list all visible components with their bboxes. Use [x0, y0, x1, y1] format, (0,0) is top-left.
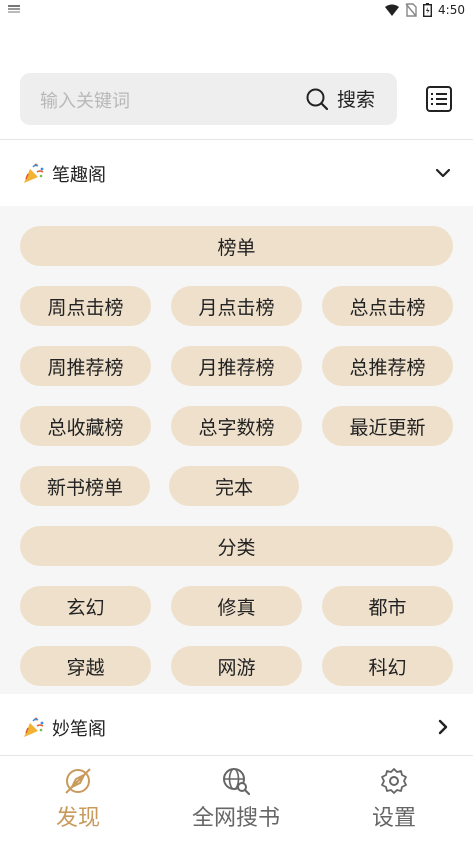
globe-search-icon	[223, 768, 251, 796]
search-input[interactable]: 输入关键词	[40, 87, 130, 113]
nav-label: 发现	[55, 806, 100, 831]
status-bar: 4:50	[0, 0, 473, 22]
divider	[0, 139, 473, 140]
wifi-icon	[385, 4, 400, 16]
nav-settings[interactable]: 设置	[324, 766, 464, 832]
category-xiuzhen[interactable]: 修真	[171, 586, 302, 626]
category-xuanhuan[interactable]: 玄幻	[20, 586, 151, 626]
battery-icon	[423, 3, 433, 17]
section-header-ranking: 榜单	[20, 226, 453, 266]
section-header-category: 分类	[20, 526, 453, 566]
source-title: 笔趣阁	[52, 165, 106, 186]
bookshelf-list-icon[interactable]	[424, 84, 454, 114]
category-chuanyue[interactable]: 穿越	[20, 646, 151, 686]
category-dushi[interactable]: 都市	[322, 586, 453, 626]
search-button-label: 搜索	[337, 89, 376, 111]
chevron-down-icon[interactable]	[433, 163, 453, 183]
rank-week-recommend[interactable]: 周推荐榜	[20, 346, 151, 386]
rank-total-favorites[interactable]: 总收藏榜	[20, 406, 151, 446]
rank-month-clicks[interactable]: 月点击榜	[171, 286, 302, 326]
status-time: 4:50	[438, 3, 465, 17]
nav-label: 全网搜书	[191, 806, 280, 831]
rank-latest-update[interactable]: 最近更新	[322, 406, 453, 446]
category-kehuan[interactable]: 科幻	[322, 646, 453, 686]
nav-global-search[interactable]: 全网搜书	[166, 766, 306, 832]
rank-month-recommend[interactable]: 月推荐榜	[171, 346, 302, 386]
rank-total-words[interactable]: 总字数榜	[171, 406, 302, 446]
party-popper-icon	[24, 163, 44, 183]
rank-total-recommend[interactable]: 总推荐榜	[322, 346, 453, 386]
source-title: 妙笔阁	[52, 719, 106, 740]
rank-new-books[interactable]: 新书榜单	[20, 466, 150, 506]
category-wangyou[interactable]: 网游	[171, 646, 302, 686]
rank-completed[interactable]: 完本	[169, 466, 299, 506]
source-panel: 榜单 周点击榜 月点击榜 总点击榜 周推荐榜 月推荐榜 总推荐榜 总收藏榜 总字…	[0, 206, 473, 694]
rank-total-clicks[interactable]: 总点击榜	[322, 286, 453, 326]
chevron-right-icon[interactable]	[433, 717, 453, 737]
gear-icon	[381, 768, 407, 794]
search-button[interactable]: 搜索	[305, 85, 375, 112]
source-header-biquge[interactable]: 笔趣阁	[0, 141, 473, 206]
search-bar[interactable]: 输入关键词 搜索	[20, 73, 397, 125]
compass-icon	[65, 768, 91, 794]
notification-icon	[8, 5, 20, 13]
no-sim-icon	[405, 3, 417, 17]
search-icon	[306, 88, 329, 110]
bottom-navigation: 发现 全网搜书 设置	[0, 756, 473, 842]
nav-discover[interactable]: 发现	[8, 766, 148, 832]
party-popper-icon	[24, 717, 44, 737]
rank-week-clicks[interactable]: 周点击榜	[20, 286, 151, 326]
nav-label: 设置	[371, 806, 416, 831]
source-header-miaobige[interactable]: 妙笔阁	[0, 694, 473, 754]
